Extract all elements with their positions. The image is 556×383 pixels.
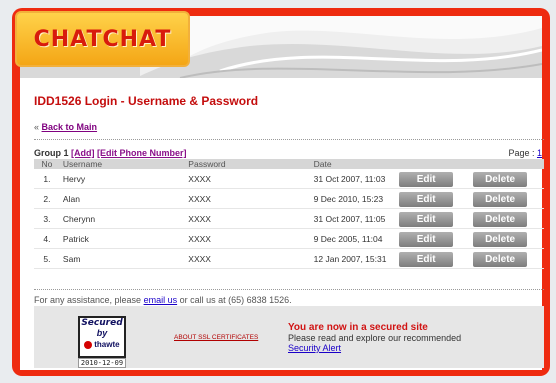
page-label: Page : [508,148,535,158]
row-date: 31 Oct 2007, 11:03 [310,170,397,189]
table-header-row: No Username Password Date [34,159,544,169]
footer-panel: Secured by thawte 2010-12-09 ABOUT SSL C… [34,306,544,368]
row-username: Hervy [59,170,186,189]
delete-button[interactable]: Delete [473,171,528,187]
seal-brand: thawte [94,340,120,349]
row-delete-cell: Delete [470,190,544,209]
row-date: 9 Dec 2010, 15:23 [310,190,397,209]
back-to-main-link[interactable]: Back to Main [42,122,98,132]
assist-prefix: For any assistance, please [34,295,142,305]
assistance-text: For any assistance, please email us or c… [34,295,292,305]
row-username: Sam [59,250,186,269]
row-delete-cell: Delete [470,170,544,189]
back-nav: « Back to Main [34,122,97,132]
login-table: No Username Password Date 1. Hervy XXXX … [34,158,544,270]
thawte-icon [84,340,92,349]
pagination: Page : 1 [508,148,542,158]
thawte-seal[interactable]: Secured by thawte 2010-12-09 [78,316,126,368]
edit-button[interactable]: Edit [399,231,454,247]
row-edit-cell: Edit [396,170,471,189]
row-delete-cell: Delete [470,250,544,269]
delete-button[interactable]: Delete [473,231,528,247]
about-ssl-certificates-link[interactable]: ABOUT SSL CERTIFICATES [174,334,258,341]
header-password: Password [185,159,311,169]
edit-button[interactable]: Edit [399,251,454,267]
row-edit-cell: Edit [396,210,471,229]
row-no: 2. [34,190,60,209]
seal-by-text: by [96,328,108,338]
row-delete-cell: Delete [470,210,544,229]
seal-thawte-text: thawte [84,340,120,349]
row-password: XXXX [185,230,311,249]
table-row: 5. Sam XXXX 12 Jan 2007, 15:31 Edit Dele… [34,250,544,269]
row-username: Cherynn [59,210,186,229]
assist-suffix: or call us at (65) 6838 1526. [179,295,292,305]
secured-text: Please read and explore our recommended [288,333,462,343]
row-date: 12 Jan 2007, 15:31 [310,250,397,269]
row-edit-cell: Edit [396,190,471,209]
row-no: 4. [34,230,60,249]
group-bar: Group 1 [Add] [Edit Phone Number] [34,148,187,158]
edit-button[interactable]: Edit [399,191,454,207]
edit-button[interactable]: Edit [399,171,454,187]
back-prefix: « [34,122,40,132]
group-label: Group 1 [34,148,69,158]
row-password: XXXX [185,170,311,189]
secured-title: You are now in a secured site [288,322,428,333]
seal-box: Secured by thawte [78,316,126,358]
row-password: XXXX [185,250,311,269]
row-date: 9 Dec 2005, 11:04 [310,230,397,249]
page-title: IDD1526 Login - Username & Password [34,94,259,108]
seal-secured-text: Secured [81,318,123,328]
row-edit-cell: Edit [396,250,471,269]
divider [34,139,544,140]
table-row: 4. Patrick XXXX 9 Dec 2005, 11:04 Edit D… [34,230,544,249]
row-no: 3. [34,210,60,229]
row-username: Alan [59,190,186,209]
header-username: Username [59,159,186,169]
row-password: XXXX [185,190,311,209]
secured-site-notice: You are now in a secured site Please rea… [288,322,461,353]
row-username: Patrick [59,230,186,249]
delete-button[interactable]: Delete [473,191,528,207]
divider [34,289,544,290]
header-delete [470,159,544,169]
security-alert-link[interactable]: Security Alert [288,343,461,353]
row-no: 1. [34,170,60,189]
edit-button[interactable]: Edit [399,211,454,227]
row-edit-cell: Edit [396,230,471,249]
row-delete-cell: Delete [470,230,544,249]
page-1-link[interactable]: 1 [537,148,542,158]
header-edit [396,159,471,169]
edit-phone-number-link[interactable]: [Edit Phone Number] [97,148,187,158]
table-row: 1. Hervy XXXX 31 Oct 2007, 11:03 Edit De… [34,170,544,189]
add-link[interactable]: [Add] [71,148,95,158]
table-row: 2. Alan XXXX 9 Dec 2010, 15:23 Edit Dele… [34,190,544,209]
delete-button[interactable]: Delete [473,251,528,267]
email-us-link[interactable]: email us [144,295,178,305]
row-no: 5. [34,250,60,269]
seal-date: 2010-12-09 [78,358,126,368]
chatchat-logo[interactable]: CHATCHAT [15,11,190,67]
row-date: 31 Oct 2007, 11:05 [310,210,397,229]
row-password: XXXX [185,210,311,229]
logo-text: CHATCHAT [33,27,172,52]
delete-button[interactable]: Delete [473,211,528,227]
header-no: No [34,159,60,169]
header-date: Date [310,159,397,169]
table-row: 3. Cherynn XXXX 31 Oct 2007, 11:05 Edit … [34,210,544,229]
